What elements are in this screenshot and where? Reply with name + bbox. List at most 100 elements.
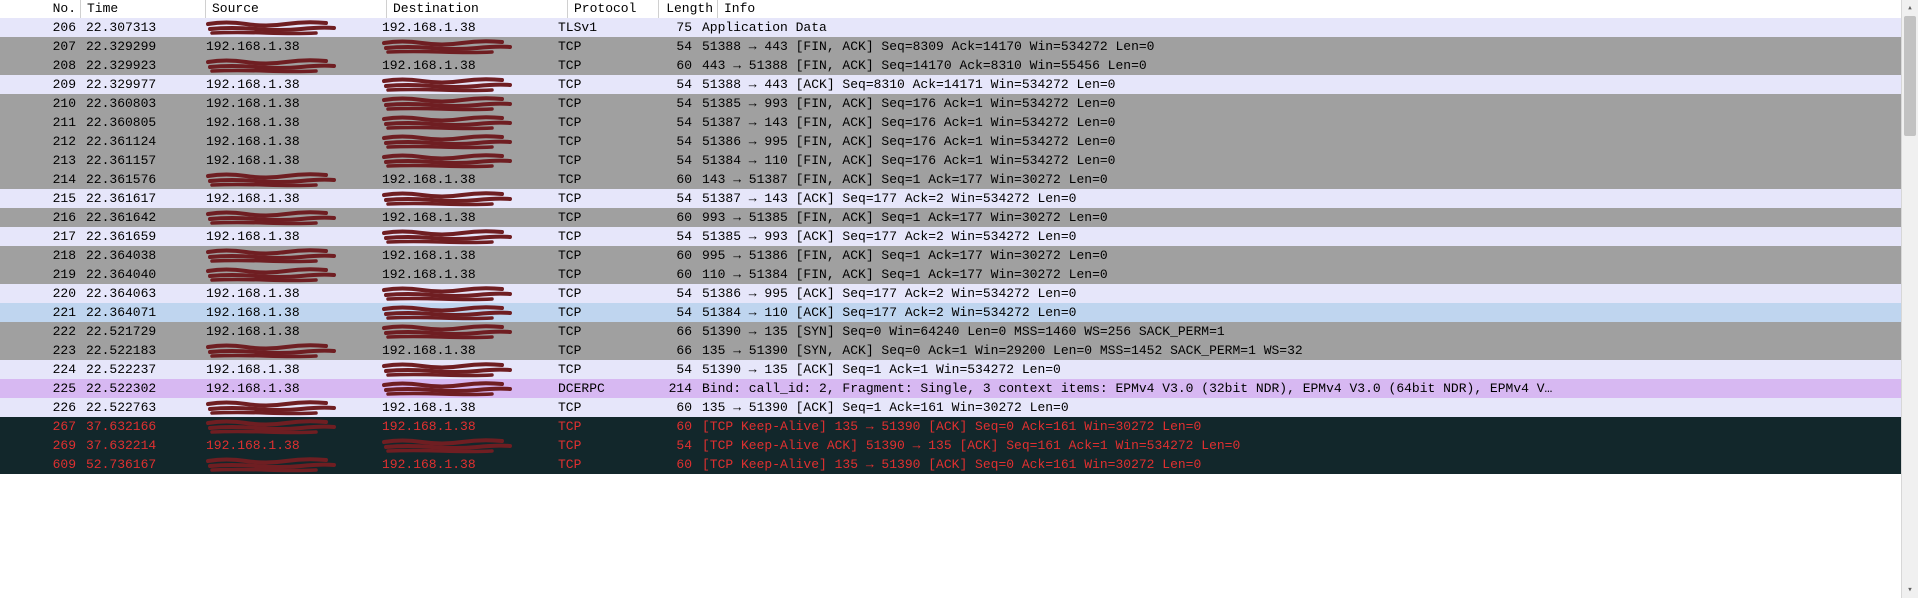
packet-row[interactable]: 20922.329977192.168.1.38TCP5451388 → 443… — [0, 75, 1902, 94]
column-header-length[interactable]: Length — [659, 0, 718, 18]
packet-row[interactable]: 22322.522183192.168.1.38TCP66135 → 51390… — [0, 341, 1902, 360]
packet-row[interactable]: 21722.361659192.168.1.38TCP5451385 → 993… — [0, 227, 1902, 246]
packet-row[interactable]: 21622.361642192.168.1.38TCP60993 → 51385… — [0, 208, 1902, 227]
info-cell: 135 → 51390 [ACK] Seq=1 Ack=161 Win=3027… — [696, 398, 1902, 417]
info-cell: 51385 → 993 [FIN, ACK] Seq=176 Ack=1 Win… — [696, 94, 1902, 113]
destination-cell: 192.168.1.38 — [376, 18, 552, 37]
scroll-thumb[interactable] — [1904, 16, 1916, 136]
length-cell: 54 — [638, 37, 696, 56]
source-cell — [200, 18, 376, 37]
packet-row[interactable]: 21322.361157192.168.1.38TCP5451384 → 110… — [0, 151, 1902, 170]
packet-row[interactable]: 60952.736167192.168.1.38TCP60[TCP Keep-A… — [0, 455, 1902, 474]
source-cell-text: 192.168.1.38 — [206, 362, 300, 377]
packet-row[interactable]: 21922.364040192.168.1.38TCP60110 → 51384… — [0, 265, 1902, 284]
destination-cell-text: 192.168.1.38 — [382, 248, 476, 263]
column-header-destination[interactable]: Destination — [387, 0, 568, 18]
source-cell-text: 192.168.1.38 — [206, 134, 300, 149]
column-header-no[interactable]: No. — [0, 0, 81, 18]
protocol-cell: TCP — [552, 265, 638, 284]
redaction-mark — [382, 287, 512, 301]
packet-row[interactable]: 21022.360803192.168.1.38TCP5451385 → 993… — [0, 94, 1902, 113]
packet-row[interactable]: 26737.632166192.168.1.38TCP60[TCP Keep-A… — [0, 417, 1902, 436]
length-cell: 54 — [638, 132, 696, 151]
no-cell: 208 — [0, 56, 80, 75]
column-header-source[interactable]: Source — [206, 0, 387, 18]
length-cell: 60 — [638, 246, 696, 265]
no-cell: 212 — [0, 132, 80, 151]
time-cell: 22.521729 — [80, 322, 200, 341]
vertical-scrollbar[interactable]: ▴ ▾ — [1901, 0, 1918, 598]
column-header-info[interactable]: Info — [718, 0, 1918, 18]
packet-row[interactable]: 22022.364063192.168.1.38TCP5451386 → 995… — [0, 284, 1902, 303]
protocol-cell: TCP — [552, 246, 638, 265]
length-cell: 54 — [638, 94, 696, 113]
no-cell: 267 — [0, 417, 80, 436]
packet-row[interactable]: 21222.361124192.168.1.38TCP5451386 → 995… — [0, 132, 1902, 151]
packet-row[interactable]: 22422.522237192.168.1.38TCP5451390 → 135… — [0, 360, 1902, 379]
source-cell-text: 192.168.1.38 — [206, 286, 300, 301]
packet-row[interactable]: 21122.360805192.168.1.38TCP5451387 → 143… — [0, 113, 1902, 132]
destination-cell — [376, 151, 552, 170]
packet-row[interactable]: 21522.361617192.168.1.38TCP5451387 → 143… — [0, 189, 1902, 208]
info-cell: 51384 → 110 [FIN, ACK] Seq=176 Ack=1 Win… — [696, 151, 1902, 170]
destination-cell — [376, 189, 552, 208]
protocol-cell: TCP — [552, 303, 638, 322]
time-cell: 22.522763 — [80, 398, 200, 417]
packet-row[interactable]: 21422.361576192.168.1.38TCP60143 → 51387… — [0, 170, 1902, 189]
length-cell: 75 — [638, 18, 696, 37]
no-cell: 211 — [0, 113, 80, 132]
length-cell: 60 — [638, 417, 696, 436]
time-cell: 22.364071 — [80, 303, 200, 322]
packet-row[interactable]: 20822.329923192.168.1.38TCP60443 → 51388… — [0, 56, 1902, 75]
length-cell: 60 — [638, 170, 696, 189]
destination-cell-text: 192.168.1.38 — [382, 400, 476, 415]
packet-row[interactable]: 26937.632214192.168.1.38TCP54[TCP Keep-A… — [0, 436, 1902, 455]
packet-row[interactable]: 20622.307313192.168.1.38TLSv175Applicati… — [0, 18, 1902, 37]
info-cell: 995 → 51386 [FIN, ACK] Seq=1 Ack=177 Win… — [696, 246, 1902, 265]
column-header-protocol[interactable]: Protocol — [568, 0, 659, 18]
packet-row[interactable]: 22522.522302192.168.1.38DCERPC214Bind: c… — [0, 379, 1902, 398]
info-cell: [TCP Keep-Alive] 135 → 51390 [ACK] Seq=0… — [696, 417, 1902, 436]
info-cell: Bind: call_id: 2, Fragment: Single, 3 co… — [696, 379, 1902, 398]
destination-cell: 192.168.1.38 — [376, 170, 552, 189]
no-cell: 225 — [0, 379, 80, 398]
info-cell: 51386 → 995 [FIN, ACK] Seq=176 Ack=1 Win… — [696, 132, 1902, 151]
protocol-cell: TCP — [552, 455, 638, 474]
protocol-cell: TCP — [552, 284, 638, 303]
time-cell: 22.360803 — [80, 94, 200, 113]
packet-row[interactable]: 22622.522763192.168.1.38TCP60135 → 51390… — [0, 398, 1902, 417]
packet-row[interactable]: 22222.521729192.168.1.38TCP6651390 → 135… — [0, 322, 1902, 341]
no-cell: 226 — [0, 398, 80, 417]
packet-row[interactable]: 20722.329299192.168.1.38TCP5451388 → 443… — [0, 37, 1902, 56]
packet-row[interactable]: 21822.364038192.168.1.38TCP60995 → 51386… — [0, 246, 1902, 265]
redaction-mark — [382, 116, 512, 130]
packet-row[interactable]: 22122.364071192.168.1.38TCP5451384 → 110… — [0, 303, 1902, 322]
scroll-down-button[interactable]: ▾ — [1902, 582, 1918, 598]
scroll-up-button[interactable]: ▴ — [1902, 0, 1918, 16]
length-cell: 60 — [638, 56, 696, 75]
info-cell: 143 → 51387 [FIN, ACK] Seq=1 Ack=177 Win… — [696, 170, 1902, 189]
time-cell: 37.632166 — [80, 417, 200, 436]
time-cell: 22.522302 — [80, 379, 200, 398]
protocol-cell: TCP — [552, 398, 638, 417]
source-cell: 192.168.1.38 — [200, 360, 376, 379]
destination-cell-text: 192.168.1.38 — [382, 58, 476, 73]
no-cell: 221 — [0, 303, 80, 322]
redaction-mark — [382, 40, 512, 54]
protocol-cell: TCP — [552, 360, 638, 379]
time-cell: 22.361642 — [80, 208, 200, 227]
packet-list-pane: No. Time Source Destination Protocol Len… — [0, 0, 1918, 598]
time-cell: 22.329977 — [80, 75, 200, 94]
no-cell: 217 — [0, 227, 80, 246]
protocol-cell: TCP — [552, 113, 638, 132]
info-cell: 51387 → 143 [ACK] Seq=177 Ack=2 Win=5342… — [696, 189, 1902, 208]
destination-cell: 192.168.1.38 — [376, 417, 552, 436]
destination-cell: 192.168.1.38 — [376, 265, 552, 284]
length-cell: 54 — [638, 113, 696, 132]
protocol-cell: TCP — [552, 37, 638, 56]
source-cell: 192.168.1.38 — [200, 284, 376, 303]
source-cell-text: 192.168.1.38 — [206, 96, 300, 111]
column-header-time[interactable]: Time — [81, 0, 206, 18]
redaction-mark — [206, 268, 336, 282]
protocol-cell: TCP — [552, 94, 638, 113]
